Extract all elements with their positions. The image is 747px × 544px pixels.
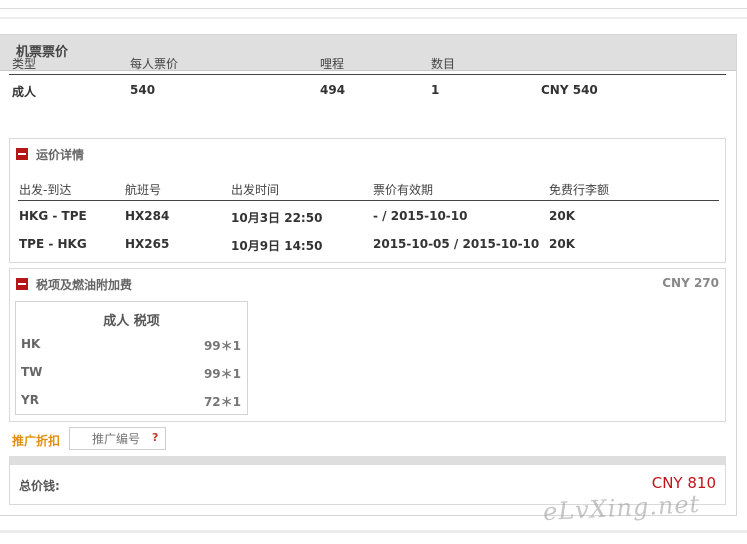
- segment-route: HKG - TPE: [19, 209, 87, 223]
- tax-table-title: 成人 税项: [103, 314, 160, 329]
- header-flight: 航班号: [125, 183, 162, 197]
- fare-details-title: 运价详情: [36, 147, 85, 162]
- segment-baggage: 20K: [549, 237, 575, 251]
- segment-route: TPE - HKG: [19, 237, 87, 251]
- taxes-total: CNY 270: [662, 276, 719, 290]
- tax-code: TW: [21, 365, 43, 379]
- fare-details-section: 运价详情 出发-到达 航班号 出发时间 票价有效期 免费行李额 HKG - TP…: [9, 138, 726, 263]
- segment-baggage: 20K: [549, 209, 575, 223]
- fare-miles: 494: [320, 83, 346, 97]
- segment-flight: HX265: [125, 237, 170, 251]
- top-divider: [0, 8, 747, 9]
- fare-table-header: 类型 每人票价 哩程 数目: [9, 51, 726, 75]
- total-label: 总价钱:: [19, 479, 60, 493]
- promo-label: 推广折扣: [12, 434, 61, 448]
- fare-type: 成人: [12, 85, 37, 99]
- segment-depart: 10月9日 14:50: [231, 239, 323, 253]
- segment-row: HKG - TPE HX284 10月3日 22:50 - / 2015-10-…: [18, 205, 719, 227]
- tax-code: HK: [21, 337, 41, 351]
- tax-value: 99＊1: [203, 367, 241, 381]
- fare-count: 1: [431, 83, 440, 97]
- taxes-toggle[interactable]: 税项及燃油附加费: [16, 276, 132, 292]
- fare-subtotal: CNY 540: [541, 83, 598, 97]
- taxes-title: 税项及燃油附加费: [36, 277, 133, 292]
- tax-value: 99＊1: [203, 339, 241, 353]
- fare-price: 540: [130, 83, 156, 97]
- fare-details-toggle[interactable]: 运价详情: [16, 146, 84, 162]
- tax-value: 72＊1: [203, 395, 241, 409]
- fare-row-adult: 成人 540 494 1 CNY 540: [9, 79, 726, 101]
- promo-help-icon[interactable]: ?: [152, 431, 158, 444]
- segment-validity: 2015-10-05 / 2015-10-10: [373, 237, 540, 251]
- fare-header-price: 每人票价: [130, 57, 179, 71]
- header-route: 出发-到达: [19, 183, 72, 197]
- header-baggage: 免费行李额: [549, 183, 610, 197]
- fare-header-miles: 哩程: [320, 57, 345, 71]
- minus-square-icon[interactable]: [16, 148, 28, 160]
- bottom-divider: [0, 530, 747, 533]
- minus-square-icon[interactable]: [16, 278, 28, 290]
- segment-depart: 10月3日 22:50: [231, 211, 323, 225]
- total-price: CNY 810: [651, 474, 716, 492]
- segment-validity: - / 2015-10-10: [373, 209, 468, 223]
- fare-header-count: 数目: [431, 57, 456, 71]
- fare-details-header: 出发-到达 航班号 出发时间 票价有效期 免费行李额: [18, 177, 719, 201]
- top-divider-secondary: [0, 17, 747, 19]
- tax-code: YR: [21, 393, 39, 407]
- header-depart: 出发时间: [231, 183, 280, 197]
- header-validity: 票价有效期: [373, 183, 434, 197]
- tax-table: 成人 税项 HK 99＊1 TW 99＊1 YR 72＊1: [15, 301, 248, 415]
- taxes-section: 税项及燃油附加费 CNY 270 成人 税项 HK 99＊1 TW 99＊1 Y…: [9, 268, 726, 422]
- segment-flight: HX284: [125, 209, 170, 223]
- segment-row: TPE - HKG HX265 10月9日 14:50 2015-10-05 /…: [18, 233, 719, 255]
- fare-header-type: 类型: [12, 57, 37, 71]
